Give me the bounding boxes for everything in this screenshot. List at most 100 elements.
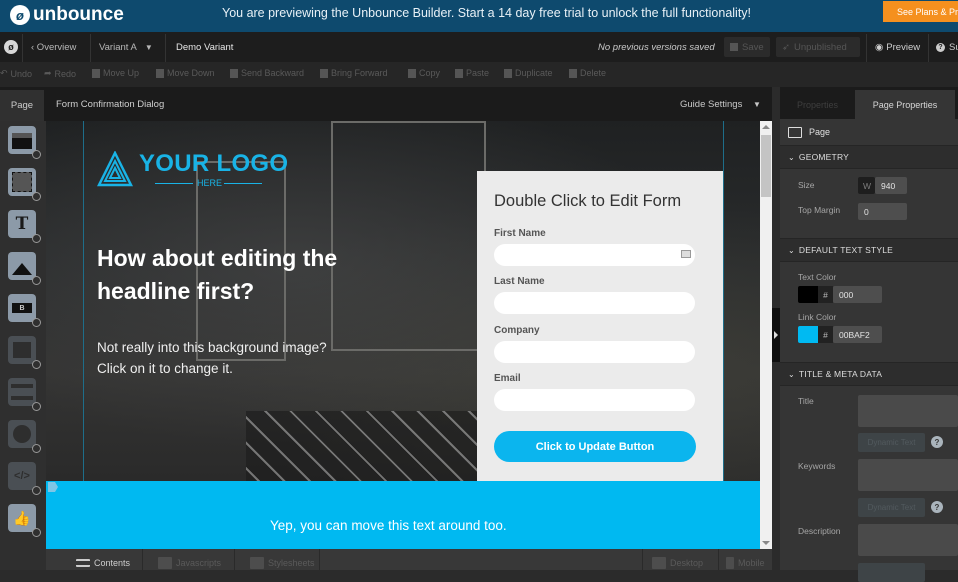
logo-subtext: HERE (197, 178, 223, 188)
contact-card-icon (681, 250, 691, 258)
see-plans-button[interactable]: See Plans & Pricing (883, 1, 958, 22)
save-button[interactable]: Save (724, 37, 770, 57)
send-backward-button[interactable]: Send Backward (230, 68, 304, 78)
title-label: Title (798, 396, 814, 406)
delete-button[interactable]: Delete (569, 68, 606, 78)
duplicate-icon (504, 68, 512, 78)
hero-section[interactable]: YOUR LOGO HERE How about editing the hea… (46, 121, 760, 549)
lead-form[interactable]: Double Click to Edit Form First Name Las… (477, 171, 723, 483)
copy-button[interactable]: Copy (408, 68, 440, 78)
caret-right-icon (774, 331, 778, 339)
home-button[interactable]: ø (0, 32, 22, 62)
last-name-input[interactable] (494, 292, 695, 314)
width-input[interactable]: 940 (875, 177, 907, 194)
geometry-section-header[interactable]: ⌄ GEOMETRY (780, 145, 958, 169)
video-tool[interactable] (8, 420, 41, 453)
help-icon[interactable]: ? (931, 501, 943, 513)
support-button[interactable]: ? Support (936, 32, 958, 62)
top-nav: ø ‹ Overview Variant A ▼ Demo Variant No… (0, 32, 958, 62)
section-tool[interactable] (8, 126, 41, 159)
text-color-input[interactable]: 000 (833, 286, 882, 303)
mobile-icon (726, 556, 734, 569)
panel-divider (772, 121, 780, 570)
footer-section[interactable]: Yep, you can move this text around too. (46, 481, 760, 549)
social-tool[interactable]: 👍 (8, 504, 41, 537)
contents-tab[interactable]: Contents (76, 549, 130, 570)
overview-link[interactable]: ‹ Overview (31, 32, 76, 62)
box-tool[interactable] (8, 168, 41, 201)
headline[interactable]: How about editing the headline first? (97, 242, 357, 308)
page-canvas[interactable]: YOUR LOGO HERE How about editing the hea… (46, 121, 760, 549)
form-tool[interactable] (8, 336, 41, 369)
move-up-button[interactable]: Move Up (92, 68, 139, 78)
image-tool[interactable] (8, 252, 41, 285)
top-margin-input[interactable]: 0 (858, 203, 907, 220)
paste-button[interactable]: Paste (455, 68, 489, 78)
text-tool[interactable]: T (8, 210, 41, 243)
canvas-scrollbar[interactable] (760, 121, 772, 549)
title-input[interactable] (858, 395, 958, 427)
tab-properties[interactable]: Properties (780, 90, 855, 119)
first-name-input[interactable] (494, 244, 695, 266)
custom-html-tool[interactable]: </> (8, 462, 41, 495)
guide-settings-dropdown[interactable]: Guide Settings ▼ (680, 99, 761, 110)
email-input[interactable] (494, 389, 695, 411)
list-tool[interactable] (8, 378, 41, 411)
caret-down-icon: ▼ (144, 42, 153, 52)
properties-panel: Properties Page Properties Page ⌄ GEOMET… (780, 87, 958, 582)
link-color-swatch[interactable] (798, 326, 818, 343)
properties-tabs: Properties Page Properties (780, 87, 958, 119)
keywords-input[interactable] (858, 459, 958, 491)
variant-name[interactable]: Demo Variant (176, 32, 233, 62)
company-input[interactable] (494, 341, 695, 363)
duplicate-button[interactable]: Duplicate (504, 68, 553, 78)
section-icon (12, 133, 32, 149)
play-icon (13, 425, 31, 443)
page-tab[interactable]: Page (0, 90, 44, 121)
section-marker-icon[interactable] (48, 482, 58, 492)
description-input[interactable] (858, 524, 958, 556)
preview-button[interactable]: ◉ Preview (875, 32, 920, 62)
link-color-input[interactable]: 00BAF2 (833, 326, 882, 343)
javascripts-tab[interactable]: Javascripts (158, 549, 221, 570)
scroll-thumb[interactable] (761, 135, 771, 197)
company-label: Company (494, 325, 540, 336)
variant-dropdown[interactable]: Variant A ▼ (99, 32, 153, 62)
submit-button[interactable]: Click to Update Button (494, 431, 696, 462)
undo-icon: ↶ (0, 68, 8, 78)
code-icon: </> (14, 470, 30, 482)
collapse-panel-button[interactable] (772, 308, 780, 362)
paste-icon (455, 68, 463, 78)
publish-button[interactable]: ➶ Unpublished (776, 37, 860, 57)
help-icon[interactable]: ? (931, 436, 943, 448)
page-row: Page (780, 119, 958, 146)
scroll-up-icon[interactable] (762, 125, 770, 129)
desktop-view-button[interactable]: Desktop (652, 549, 703, 570)
meta-section-header[interactable]: ⌄ TITLE & META DATA (780, 362, 958, 386)
footer-text[interactable]: Yep, you can move this text around too. (270, 518, 507, 533)
move-up-icon (92, 68, 100, 78)
text-style-section-header[interactable]: ⌄ DEFAULT TEXT STYLE (780, 238, 958, 262)
stylesheets-tab[interactable]: Stylesheets (250, 549, 315, 570)
keywords-dynamic-text-button[interactable]: Dynamic Text (858, 498, 925, 517)
move-down-button[interactable]: Move Down (156, 68, 215, 78)
undo-button[interactable]: ↶ Undo (0, 68, 32, 79)
bring-forward-button[interactable]: Bring Forward (320, 68, 388, 78)
tab-page-properties[interactable]: Page Properties (855, 90, 955, 119)
scroll-down-icon[interactable] (762, 541, 770, 545)
subheadline[interactable]: Not really into this background image? C… (97, 337, 327, 379)
redo-button[interactable]: ➦ Redo (44, 68, 76, 79)
width-prefix: W (858, 177, 875, 194)
image-icon (12, 263, 32, 275)
mobile-view-button[interactable]: Mobile (726, 549, 765, 570)
unbounce-logo: ø unbounce (10, 4, 124, 26)
last-name-label: Last Name (494, 276, 545, 287)
hash-symbol: # (818, 286, 833, 303)
description-dynamic-text-button[interactable] (858, 563, 925, 582)
button-tool[interactable]: B (8, 294, 41, 327)
bg-shelf (331, 121, 486, 351)
title-dynamic-text-button[interactable]: Dynamic Text (858, 433, 925, 452)
brand-name: unbounce (33, 4, 124, 25)
versions-status: No previous versions saved (598, 41, 715, 53)
text-color-swatch[interactable] (798, 286, 818, 303)
